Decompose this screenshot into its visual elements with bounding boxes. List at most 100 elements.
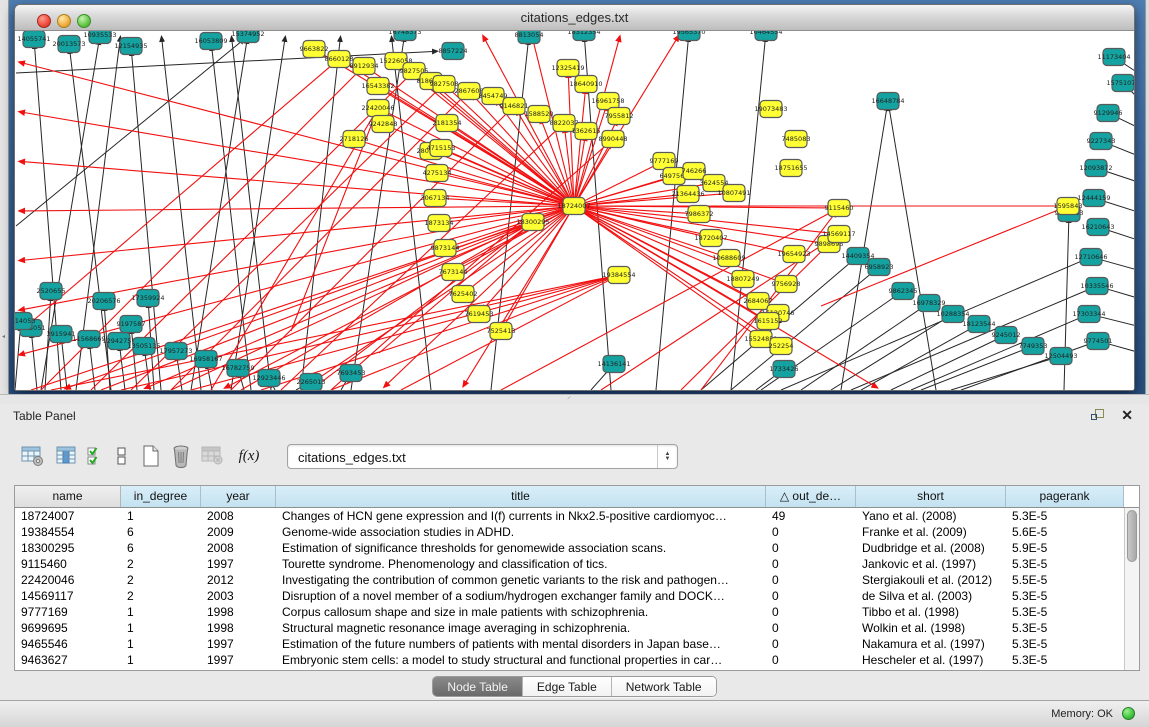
table-row[interactable]: 1938455462009Genome-wide association stu… bbox=[15, 524, 1139, 540]
table-cell[interactable]: Tourette syndrome. Phenomenology and cla… bbox=[276, 556, 766, 572]
graph-edge[interactable] bbox=[32, 337, 37, 390]
graph-edge[interactable] bbox=[308, 206, 574, 385]
table-cell[interactable]: 5.9E-5 bbox=[1006, 540, 1124, 556]
column-header-in_degree[interactable]: in_degree bbox=[121, 486, 201, 507]
table-cell[interactable]: 0 bbox=[766, 652, 856, 668]
table-cell[interactable]: 2008 bbox=[201, 540, 276, 556]
graph-edge[interactable] bbox=[191, 277, 610, 390]
table-cell[interactable]: 9465546 bbox=[15, 636, 121, 652]
table-cell[interactable]: Yano et al. (2008) bbox=[856, 508, 1006, 524]
table-cell[interactable]: Estimation of the future numbers of pati… bbox=[276, 636, 766, 652]
column-header-title[interactable]: title bbox=[276, 486, 766, 507]
table-cell[interactable]: Stergiakouli et al. (2012) bbox=[856, 572, 1006, 588]
graph-edge[interactable] bbox=[24, 206, 574, 211]
table-cell[interactable]: 1 bbox=[121, 636, 201, 652]
table-cell[interactable]: 49 bbox=[766, 508, 856, 524]
column-header-name[interactable]: name bbox=[15, 486, 121, 507]
table-cell[interactable]: 0 bbox=[766, 540, 856, 556]
table-cell[interactable]: 18724007 bbox=[15, 508, 121, 524]
graph-edge[interactable] bbox=[756, 374, 777, 390]
table-cell[interactable]: 0 bbox=[766, 556, 856, 572]
column-header-short[interactable]: short bbox=[856, 486, 1006, 507]
table-cell[interactable]: 2 bbox=[121, 556, 201, 572]
import-table-icon[interactable] bbox=[200, 442, 226, 470]
table-cell[interactable]: 5.3E-5 bbox=[1006, 556, 1124, 572]
table-select-dropdown[interactable]: citations_edges.txt ▲▼ bbox=[287, 444, 678, 469]
graph-edge[interactable] bbox=[331, 145, 606, 390]
panel-splitter[interactable]: ⸍ bbox=[0, 394, 1149, 404]
graph-edge[interactable] bbox=[45, 300, 50, 390]
create-column-icon[interactable] bbox=[138, 442, 164, 470]
table-cell[interactable]: Structural magnetic resonance image aver… bbox=[276, 620, 766, 636]
scrollbar-thumb[interactable] bbox=[1127, 510, 1137, 562]
graph-edge[interactable] bbox=[851, 290, 1089, 390]
table-cell[interactable]: 0 bbox=[766, 572, 856, 588]
delete-column-icon[interactable] bbox=[168, 442, 194, 470]
graph-edge[interactable] bbox=[231, 41, 285, 390]
table-row[interactable]: 969969511998Structural magnetic resonanc… bbox=[15, 620, 1139, 636]
citation-graph[interactable]: 1405574120013573109355331215493516053809… bbox=[15, 31, 1134, 390]
table-cell[interactable]: Hescheler et al. (1997) bbox=[856, 652, 1006, 668]
table-cell[interactable]: 5.3E-5 bbox=[1006, 588, 1124, 604]
table-row[interactable]: 911546021997Tourette syndrome. Phenomeno… bbox=[15, 556, 1139, 572]
table-cell[interactable]: 0 bbox=[766, 620, 856, 636]
table-row[interactable]: 946362711997Embryonic stem cells: a mode… bbox=[15, 652, 1139, 668]
graph-edge[interactable] bbox=[1107, 230, 1134, 241]
table-row[interactable]: 1830029562008Estimation of significance … bbox=[15, 540, 1139, 556]
graph-edge[interactable] bbox=[162, 41, 201, 390]
graph-edge[interactable] bbox=[921, 349, 1025, 390]
table-mode-icon[interactable] bbox=[20, 442, 46, 470]
graph-edge[interactable] bbox=[1109, 144, 1134, 157]
table-cell[interactable]: 22420046 bbox=[15, 572, 121, 588]
table-cell[interactable]: de Silva et al. (2003) bbox=[856, 588, 1006, 604]
table-cell[interactable]: 1997 bbox=[201, 556, 276, 572]
memory-ok-indicator[interactable] bbox=[1122, 707, 1135, 720]
graph-edge[interactable] bbox=[120, 350, 125, 390]
vertical-scrollbar[interactable] bbox=[1124, 508, 1139, 670]
float-panel-icon[interactable] bbox=[1091, 408, 1107, 424]
graph-edge[interactable] bbox=[889, 110, 936, 390]
table-cell[interactable]: Jankovic et al. (1997) bbox=[856, 556, 1006, 572]
table-cell[interactable]: 1998 bbox=[201, 620, 276, 636]
table-cell[interactable]: 14569117 bbox=[15, 588, 121, 604]
column-header-out_de[interactable]: △ out_de… bbox=[766, 486, 856, 507]
table-cell[interactable]: 19384554 bbox=[15, 524, 121, 540]
table-cell[interactable]: Franke et al. (2009) bbox=[856, 524, 1006, 540]
table-cell[interactable]: Tibbo et al. (1998) bbox=[856, 604, 1006, 620]
table-row[interactable]: 977716911998Corpus callosum shape and si… bbox=[15, 604, 1139, 620]
table-cell[interactable]: 1997 bbox=[201, 652, 276, 668]
table-cell[interactable]: Embryonic stem cells: a model to study s… bbox=[276, 652, 766, 668]
table-cell[interactable]: 1997 bbox=[201, 636, 276, 652]
graph-edge[interactable] bbox=[229, 206, 574, 386]
close-panel-icon[interactable]: ✕ bbox=[1121, 407, 1133, 423]
table-cell[interactable]: 0 bbox=[766, 524, 856, 540]
graph-edge[interactable] bbox=[951, 359, 1052, 390]
graph-edge[interactable] bbox=[291, 116, 375, 331]
table-cell[interactable]: 5.6E-5 bbox=[1006, 524, 1124, 540]
table-cell[interactable]: 0 bbox=[766, 588, 856, 604]
table-row[interactable]: 946554611997Estimation of the future num… bbox=[15, 636, 1139, 652]
table-cell[interactable]: 18300295 bbox=[15, 540, 121, 556]
table-cell[interactable]: 2 bbox=[121, 588, 201, 604]
graph-edge[interactable] bbox=[1103, 201, 1134, 213]
row-tools-icon[interactable] bbox=[114, 442, 130, 470]
table-cell[interactable]: 2 bbox=[121, 572, 201, 588]
table-cell[interactable]: Disruption of a novel member of a sodium… bbox=[276, 588, 766, 604]
table-cell[interactable]: 1 bbox=[121, 604, 201, 620]
show-columns-icon[interactable] bbox=[54, 442, 80, 470]
graph-edge[interactable] bbox=[1105, 171, 1134, 183]
table-cell[interactable]: Changes of HCN gene expression and I(f) … bbox=[276, 508, 766, 524]
tab-node-table[interactable]: Node Table bbox=[433, 677, 523, 696]
table-cell[interactable]: Estimation of significance thresholds fo… bbox=[276, 540, 766, 556]
table-cell[interactable]: 1998 bbox=[201, 604, 276, 620]
table-cell[interactable]: Nakamura et al. (1997) bbox=[856, 636, 1006, 652]
table-cell[interactable]: 5.3E-5 bbox=[1006, 636, 1124, 652]
table-cell[interactable]: 5.3E-5 bbox=[1006, 604, 1124, 620]
table-cell[interactable]: 0 bbox=[766, 636, 856, 652]
table-cell[interactable]: 2009 bbox=[201, 524, 276, 540]
network-canvas[interactable]: 1405574120013573109355331215493516053809… bbox=[15, 31, 1134, 390]
table-cell[interactable]: Corpus callosum shape and size in male p… bbox=[276, 604, 766, 620]
table-cell[interactable]: Wolkin et al. (1998) bbox=[856, 620, 1006, 636]
table-row[interactable]: 1456911722003Disruption of a novel membe… bbox=[15, 588, 1139, 604]
table-cell[interactable]: 6 bbox=[121, 540, 201, 556]
